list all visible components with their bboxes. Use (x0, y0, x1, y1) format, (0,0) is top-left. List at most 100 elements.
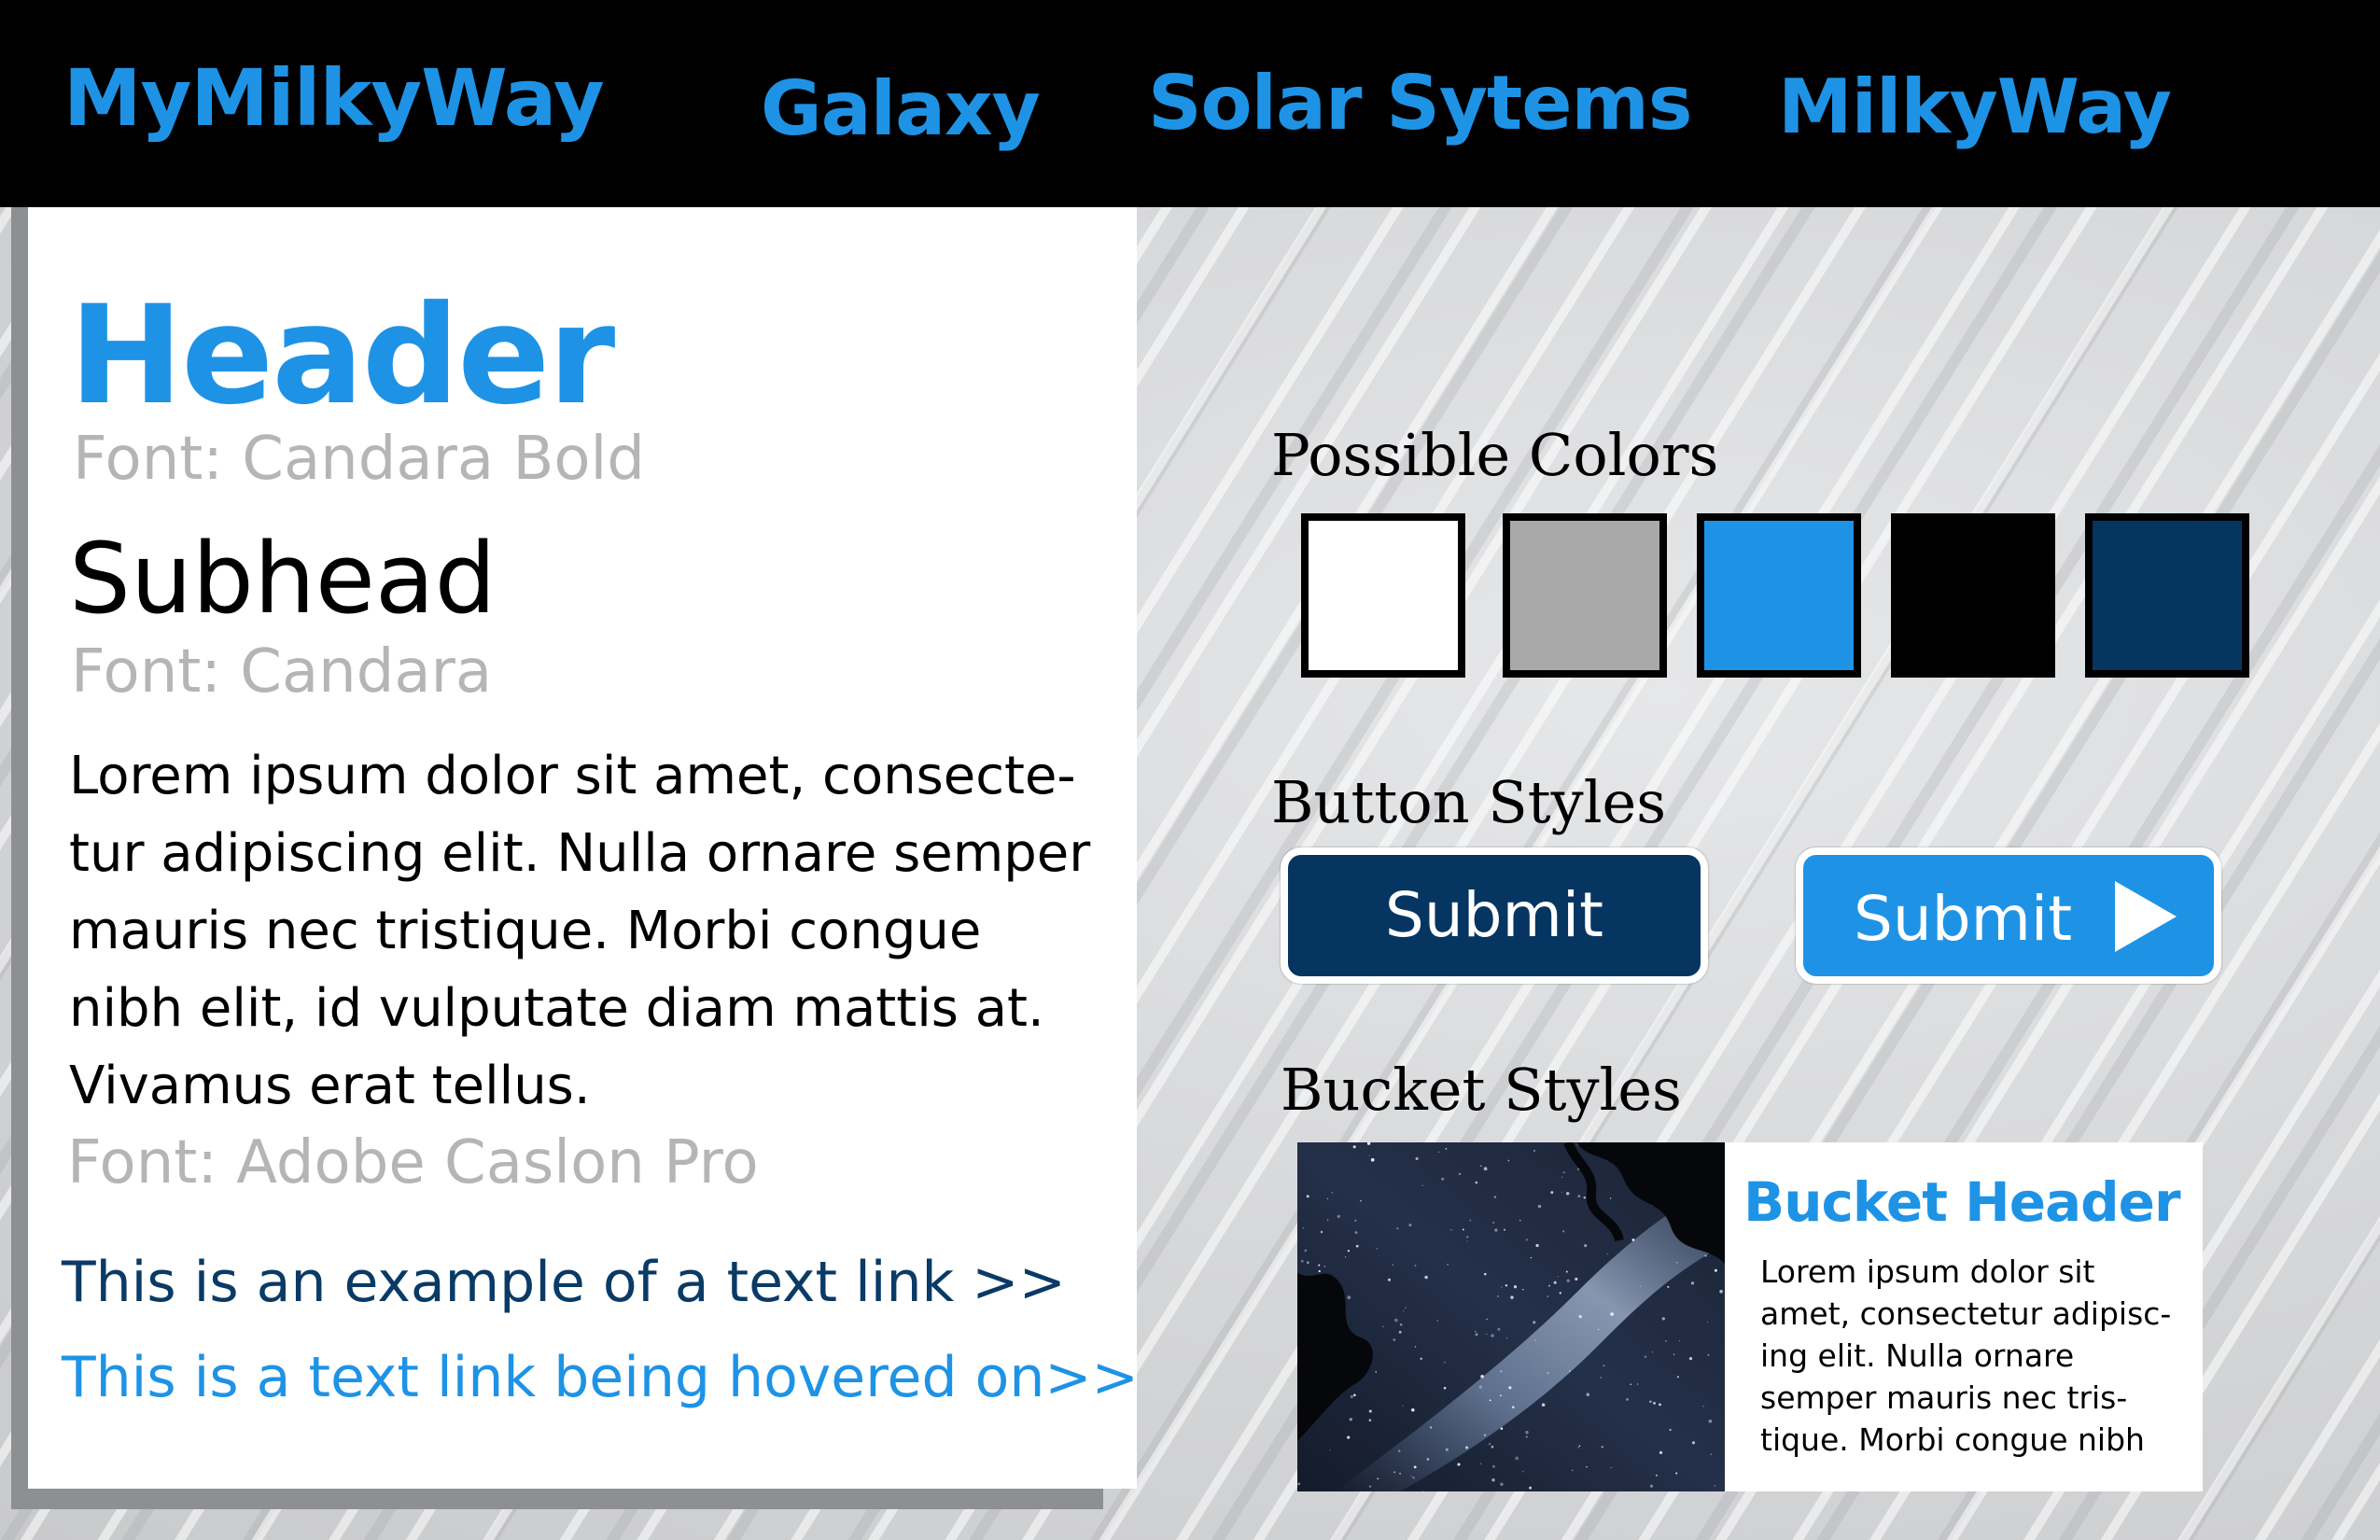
star (1377, 1477, 1379, 1480)
star (1331, 1192, 1334, 1194)
star (1714, 1485, 1716, 1487)
body-text-sample: Lorem ipsum dolor sit amet, consecte- tu… (69, 737, 1133, 1125)
star (1655, 1474, 1658, 1477)
star (1424, 1275, 1428, 1280)
star (1644, 1355, 1647, 1358)
star (1415, 1156, 1419, 1160)
star (1577, 1447, 1579, 1449)
star (1492, 1222, 1495, 1224)
star (1530, 1256, 1533, 1259)
star (1441, 1177, 1445, 1181)
nav-item-galaxy[interactable]: Galaxy (761, 58, 1041, 161)
star (1557, 1276, 1560, 1278)
star (1497, 1327, 1501, 1331)
nav-item-milkyway[interactable]: MilkyWay (1778, 56, 2172, 159)
star (1610, 1466, 1612, 1469)
star (1368, 1485, 1372, 1488)
star (1355, 1244, 1359, 1248)
star (1398, 1330, 1402, 1334)
star (1352, 1145, 1356, 1149)
color-swatch-gray (1503, 513, 1667, 678)
top-navigation-bar: MyMilkyWay Galaxy Solar Sytems MilkyWay (0, 0, 2380, 207)
star (1486, 1333, 1488, 1336)
star (1667, 1285, 1670, 1288)
star (1659, 1450, 1663, 1455)
star (1413, 1465, 1417, 1469)
star (1318, 1264, 1321, 1267)
submit-button-with-arrow[interactable]: Submit (1796, 847, 2221, 984)
star (1320, 1230, 1323, 1234)
star (1426, 1458, 1430, 1461)
star (1547, 1372, 1549, 1375)
body-text-line: Lorem ipsum dolor sit amet, consecte- (69, 746, 1076, 806)
color-swatch-blue (1697, 513, 1861, 678)
star (1402, 1405, 1404, 1407)
star (1429, 1426, 1433, 1429)
star (1323, 1266, 1326, 1267)
star (1561, 1230, 1565, 1233)
star (1690, 1281, 1695, 1285)
star (1489, 1399, 1491, 1402)
star (1469, 1219, 1472, 1222)
text-link-hover-example[interactable]: This is a text link being hovered on>> (62, 1340, 1139, 1415)
star (1600, 1377, 1602, 1379)
star (1462, 1228, 1464, 1231)
star (1421, 1184, 1423, 1186)
star (1583, 1196, 1587, 1199)
submit-button-primary[interactable]: Submit (1281, 847, 1708, 984)
star (1399, 1323, 1403, 1326)
star (1576, 1144, 1578, 1146)
bucket-text-line: Lorem ipsum dolor sit (1760, 1253, 2095, 1290)
nav-item-solar-systems[interactable]: Solar Sytems (1148, 52, 1693, 155)
bucket-text-line: tique. Morbi congue nibh (1760, 1421, 2145, 1458)
star (1493, 1196, 1497, 1198)
bucket-text-line: ing elit. Nulla ornare (1760, 1337, 2075, 1374)
star (1664, 1340, 1667, 1342)
star (1537, 1204, 1542, 1209)
star (1466, 1240, 1468, 1242)
star (1478, 1385, 1482, 1389)
star (1297, 1482, 1301, 1486)
text-link-example[interactable]: This is an example of a text link >> (62, 1245, 1066, 1320)
star (1399, 1472, 1401, 1475)
star (1492, 1464, 1495, 1468)
star (1553, 1281, 1557, 1284)
star (1508, 1386, 1512, 1390)
star (1445, 1147, 1448, 1150)
submit-button-label: Submit (1384, 879, 1604, 951)
play-arrow-icon (2115, 881, 2177, 952)
star (1375, 1371, 1378, 1373)
star (1344, 1256, 1347, 1258)
star (1529, 1486, 1532, 1490)
color-swatch-navy (2085, 513, 2249, 678)
star (1403, 1310, 1405, 1312)
star (1306, 1195, 1309, 1198)
star (1626, 1397, 1630, 1401)
star (1306, 1261, 1309, 1265)
star (1381, 1325, 1384, 1328)
submit-button-label: Submit (1854, 883, 2073, 955)
star (1639, 1285, 1642, 1287)
star (1350, 1394, 1353, 1399)
star (1630, 1383, 1632, 1385)
star (1475, 1181, 1478, 1184)
body-text-line: nibh elit, id vulputate diam mattis at. (69, 978, 1044, 1039)
star (1535, 1243, 1539, 1248)
brand-logo-link[interactable]: MyMilkyWay (63, 47, 605, 149)
star (1710, 1453, 1713, 1456)
star (1533, 1150, 1535, 1152)
star (1491, 1477, 1495, 1482)
star (1651, 1351, 1654, 1353)
star (1603, 1365, 1605, 1366)
star (1491, 1334, 1494, 1337)
star (1548, 1284, 1550, 1287)
star (1458, 1172, 1462, 1176)
star (1475, 1333, 1478, 1337)
star (1675, 1261, 1678, 1264)
star (1354, 1219, 1357, 1222)
star (1534, 1339, 1536, 1341)
star (1636, 1383, 1639, 1385)
star (1515, 1456, 1519, 1461)
star (1714, 1268, 1717, 1272)
star (1561, 1176, 1563, 1178)
